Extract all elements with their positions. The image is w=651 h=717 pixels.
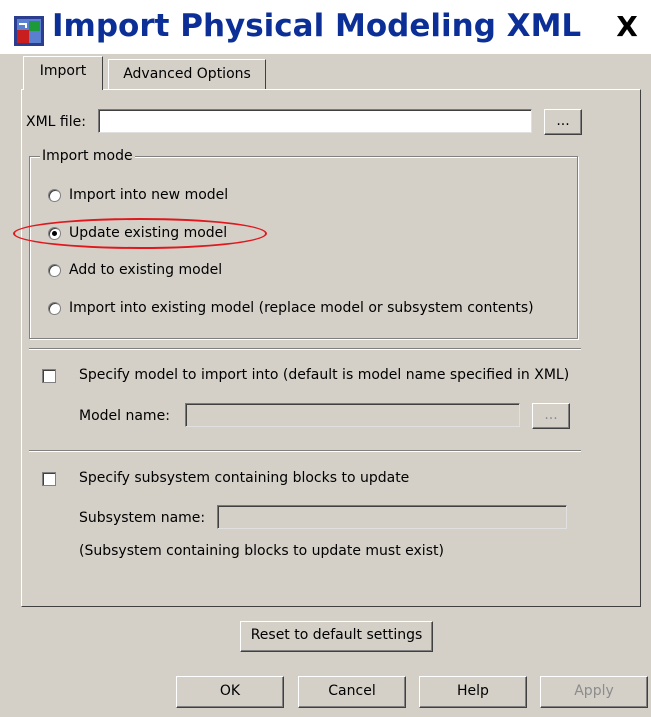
specify-model-checkbox[interactable] (42, 369, 56, 383)
tab-import[interactable]: Import (23, 56, 103, 90)
xml-file-browse-button[interactable]: ... (544, 109, 582, 135)
xml-file-input[interactable] (98, 109, 532, 133)
apply-button[interactable]: Apply (540, 676, 648, 708)
window-title: Import Physical Modeling XML (52, 8, 582, 44)
separator (29, 450, 581, 452)
specify-model-label: Specify model to import into (default is… (79, 367, 570, 383)
xml-file-label: XML file: (26, 114, 86, 130)
help-button[interactable]: Help (419, 676, 527, 708)
radio-import-into-existing-model[interactable] (48, 302, 61, 315)
ok-button[interactable]: OK (176, 676, 284, 708)
close-button[interactable]: X (610, 12, 644, 42)
radio-label-import-into-existing-model: Import into existing model (replace mode… (69, 300, 534, 316)
highlight-oval (13, 218, 267, 249)
tab-join (24, 88, 102, 91)
reset-defaults-button[interactable]: Reset to default settings (240, 621, 433, 652)
subsystem-name-input[interactable] (217, 505, 567, 529)
model-name-label: Model name: (79, 408, 170, 424)
specify-subsystem-label: Specify subsystem containing blocks to u… (79, 470, 410, 486)
radio-add-existing-model[interactable] (48, 264, 61, 277)
radio-label-import-new-model: Import into new model (69, 187, 229, 203)
model-name-browse-button[interactable]: ... (532, 403, 570, 429)
cancel-button[interactable]: Cancel (298, 676, 406, 708)
model-name-input[interactable] (185, 403, 520, 427)
tab-advanced-options[interactable]: Advanced Options (108, 59, 266, 89)
import-mode-title: Import mode (40, 148, 135, 164)
subsystem-note: (Subsystem containing blocks to update m… (79, 543, 444, 559)
radio-import-new-model[interactable] (48, 189, 61, 202)
separator (29, 348, 581, 350)
specify-subsystem-checkbox[interactable] (42, 472, 56, 486)
subsystem-name-label: Subsystem name: (79, 510, 206, 526)
simulink-app-icon (14, 16, 44, 46)
radio-label-add-existing-model: Add to existing model (69, 262, 223, 278)
